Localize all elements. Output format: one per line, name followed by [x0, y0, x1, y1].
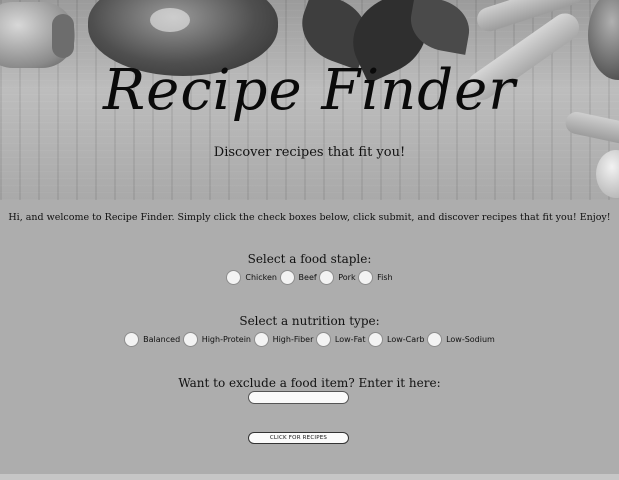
exclude-heading: Want to exclude a food item? Enter it he…: [178, 376, 441, 390]
radio-button[interactable]: [182, 332, 198, 347]
welcome-text: Hi, and welcome to Recipe Finder. Simply…: [8, 212, 611, 223]
page-title: Recipe Finder: [103, 58, 516, 123]
option-low-carb[interactable]: Low-Carb: [368, 332, 425, 347]
option-beef[interactable]: Beef: [279, 270, 317, 285]
option-label: Low-Fat: [334, 335, 366, 344]
option-balanced[interactable]: Balanced: [124, 332, 180, 347]
submit-button[interactable]: CLICK FOR RECIPES: [248, 432, 349, 444]
page-subtitle: Discover recipes that fit you!: [213, 145, 406, 160]
pepper-highlight: [150, 8, 190, 32]
radio-button[interactable]: [358, 270, 374, 285]
radio-button[interactable]: [226, 270, 242, 285]
option-label: High-Fiber: [272, 335, 314, 344]
radio-button[interactable]: [368, 332, 384, 347]
option-high-fiber[interactable]: High-Fiber: [253, 332, 314, 347]
option-label: Fish: [377, 273, 393, 282]
option-label: Low-Sodium: [446, 335, 495, 344]
radio-button[interactable]: [279, 270, 295, 285]
option-chicken[interactable]: Chicken: [226, 270, 277, 285]
hero-banner: Recipe Finder Discover recipes that fit …: [0, 0, 619, 200]
radio-button[interactable]: [315, 332, 331, 347]
option-label: Low-Carb: [387, 335, 425, 344]
radio-button[interactable]: [124, 332, 140, 347]
option-label: Chicken: [245, 273, 277, 282]
nutrition-heading: Select a nutrition type:: [239, 314, 380, 328]
option-label: High-Protein: [201, 335, 252, 344]
radio-button[interactable]: [427, 332, 443, 347]
option-high-protein[interactable]: High-Protein: [182, 332, 252, 347]
option-fish[interactable]: Fish: [358, 270, 393, 285]
food-staple-options: Chicken Beef Pork Fish: [0, 270, 619, 285]
option-label: Beef: [298, 273, 317, 282]
exclude-item-input[interactable]: [248, 391, 349, 404]
footer-band: [0, 474, 619, 480]
option-low-fat[interactable]: Low-Fat: [315, 332, 366, 347]
nutrition-options: Balanced High-Protein High-Fiber Low-Fat…: [0, 332, 619, 347]
food-staple-heading: Select a food staple:: [247, 252, 372, 266]
option-low-sodium[interactable]: Low-Sodium: [427, 332, 495, 347]
option-pork[interactable]: Pork: [319, 270, 356, 285]
option-label: Balanced: [143, 335, 181, 344]
option-label: Pork: [338, 273, 356, 282]
radio-button[interactable]: [253, 332, 269, 347]
radio-button[interactable]: [319, 270, 335, 285]
cucumber-end-image: [52, 14, 74, 58]
